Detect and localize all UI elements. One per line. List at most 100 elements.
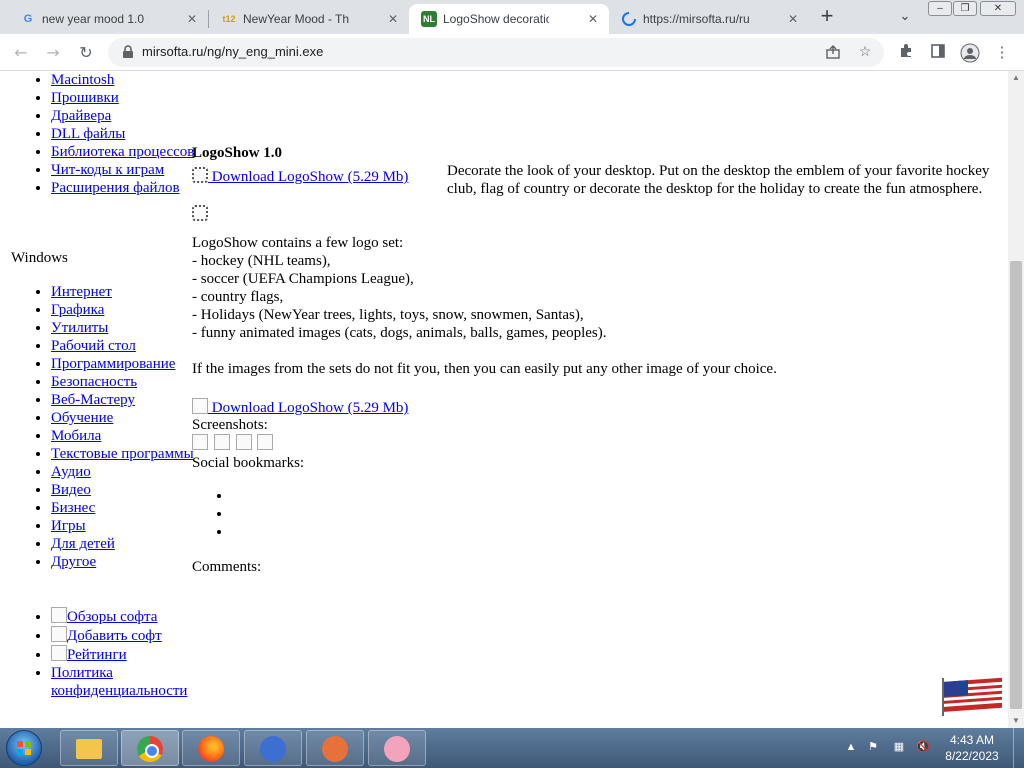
nav-link-desktop[interactable]: Рабочий стол bbox=[51, 338, 136, 354]
network-icon[interactable]: ▦ bbox=[892, 740, 906, 754]
nav-link-games[interactable]: Игры bbox=[51, 518, 86, 534]
broken-image-icon bbox=[192, 205, 208, 221]
share-icon[interactable] bbox=[824, 44, 842, 62]
windows-taskbar: ▲ ⚑ ▦ 🔇 4:43 AM 8/22/2023 bbox=[0, 728, 1024, 768]
nav-link-process-library[interactable]: Библиотека процессов bbox=[51, 144, 194, 160]
show-desktop-button[interactable] bbox=[1013, 728, 1024, 768]
nav-link-webmaster[interactable]: Веб-Мастеру bbox=[51, 392, 135, 408]
url-text[interactable]: mirsofta.ru/ng/ny_eng_mini.exe bbox=[142, 44, 323, 59]
scroll-down-arrow-icon[interactable]: ▼ bbox=[1008, 714, 1024, 728]
list-item: Macintosh bbox=[51, 71, 201, 89]
taskbar-explorer[interactable] bbox=[60, 730, 118, 766]
list-item: Драйвера bbox=[51, 107, 201, 125]
screenshot-thumb[interactable] bbox=[257, 434, 274, 450]
list-item: Аудио bbox=[51, 463, 201, 481]
nav-link-business[interactable]: Бизнес bbox=[51, 500, 95, 516]
nav-link-programming[interactable]: Программирование bbox=[51, 356, 175, 372]
nav-link-mobile[interactable]: Мобила bbox=[51, 428, 101, 444]
site-icon: t12 bbox=[222, 14, 236, 24]
tab-newyear-mood[interactable]: t12 NewYear Mood - Thank y ✕ bbox=[209, 4, 409, 34]
tab-logoshow[interactable]: NL LogoShow decoration for ✕ bbox=[409, 4, 609, 34]
social-bookmarks-list bbox=[192, 487, 232, 541]
taskbar-app-fish[interactable] bbox=[306, 730, 364, 766]
list-item: Обзоры софта bbox=[51, 607, 201, 626]
taskbar-chrome[interactable] bbox=[121, 730, 179, 766]
back-button[interactable]: ← bbox=[10, 42, 32, 64]
extensions-icon[interactable] bbox=[896, 43, 916, 63]
page-scrollbar[interactable]: ▲ ▼ bbox=[1008, 71, 1024, 728]
chevron-down-icon[interactable]: ⌄ bbox=[896, 8, 914, 26]
forward-button[interactable]: → bbox=[42, 42, 64, 64]
link-label: Рейтинги bbox=[67, 647, 127, 663]
nav-link-text-programs[interactable]: Текстовые программы bbox=[51, 446, 194, 462]
set-item: - Holidays (NewYear trees, lights, toys,… bbox=[192, 307, 584, 323]
screenshot-thumb[interactable] bbox=[213, 434, 230, 450]
nav-link-drivers[interactable]: Драйвера bbox=[51, 108, 111, 124]
maximize-button[interactable]: ❐ bbox=[953, 1, 977, 16]
volume-muted-icon[interactable]: 🔇 bbox=[916, 740, 930, 754]
nav-link-utilities[interactable]: Утилиты bbox=[51, 320, 108, 336]
close-icon[interactable]: ✕ bbox=[184, 11, 200, 27]
star-icon[interactable]: ☆ bbox=[856, 44, 874, 62]
nav-link-education[interactable]: Обучение bbox=[51, 410, 113, 426]
left-nav-bottom-list: Обзоры софта Добавить софт Рейтинги Поли… bbox=[11, 607, 201, 700]
system-clock[interactable]: 4:43 AM 8/22/2023 bbox=[940, 732, 1004, 764]
start-button[interactable] bbox=[6, 730, 42, 766]
nav-link-macintosh[interactable]: Macintosh bbox=[51, 72, 114, 88]
show-hidden-icons-icon[interactable]: ▲ bbox=[844, 740, 858, 754]
set-item: - country flags, bbox=[192, 289, 284, 305]
download-logoshow-link[interactable]: Download LogoShow (5.29 Mb) bbox=[192, 167, 408, 185]
new-tab-button[interactable]: + bbox=[816, 5, 838, 28]
tab-mirsofta[interactable]: https://mirsofta.ru/rub.ph ✕ bbox=[609, 4, 809, 34]
nav-link-kids[interactable]: Для детей bbox=[51, 536, 115, 552]
download-logoshow-link-2[interactable]: Download LogoShow (5.29 Mb) bbox=[192, 398, 409, 416]
taskbar-firefox[interactable] bbox=[182, 730, 240, 766]
reload-button[interactable]: ↻ bbox=[75, 42, 97, 64]
social-label: Social bookmarks: bbox=[192, 455, 305, 471]
nav-link-privacy-policy[interactable]: Политика конфиденциальности bbox=[51, 665, 187, 699]
list-item: Рейтинги bbox=[51, 645, 201, 664]
screenshot-thumb[interactable] bbox=[192, 434, 208, 450]
download-link-top: Download LogoShow (5.29 Mb) bbox=[192, 167, 408, 186]
nav-link-security[interactable]: Безопасность bbox=[51, 374, 137, 390]
nav-link-file-extensions[interactable]: Расширения файлов bbox=[51, 180, 180, 196]
nav-link-firmware[interactable]: Прошивки bbox=[51, 90, 119, 106]
broken-image-icon bbox=[51, 607, 67, 623]
list-item: Веб-Мастеру bbox=[51, 391, 201, 409]
scroll-thumb[interactable] bbox=[1010, 261, 1022, 709]
lock-icon[interactable] bbox=[120, 45, 136, 61]
nav-link-other[interactable]: Другое bbox=[51, 554, 96, 570]
taskbar-app-stitch[interactable] bbox=[244, 730, 302, 766]
menu-kebab-icon[interactable]: ⋮ bbox=[992, 43, 1012, 63]
nav-link-video[interactable]: Видео bbox=[51, 482, 91, 498]
nav-link-ratings[interactable]: Рейтинги bbox=[51, 645, 127, 663]
us-flag-icon bbox=[942, 676, 1002, 716]
close-window-button[interactable]: ✕ bbox=[980, 1, 1016, 16]
close-icon[interactable]: ✕ bbox=[585, 11, 601, 27]
screenshot-thumb[interactable] bbox=[235, 434, 252, 450]
stitch-icon bbox=[260, 736, 286, 762]
nav-link-add-software[interactable]: Добавить софт bbox=[51, 626, 162, 644]
link-label: Download LogoShow (5.29 Mb) bbox=[211, 400, 409, 416]
close-icon[interactable]: ✕ bbox=[785, 11, 801, 27]
nav-link-cheat-codes[interactable]: Чит-коды к играм bbox=[51, 162, 164, 178]
scroll-up-arrow-icon[interactable]: ▲ bbox=[1008, 71, 1024, 85]
nav-link-internet[interactable]: Интернет bbox=[51, 284, 112, 300]
screenshots-label: Screenshots: bbox=[192, 417, 268, 433]
profile-avatar-icon[interactable] bbox=[960, 43, 980, 63]
custom-image-text: If the images from the sets do not fit y… bbox=[192, 361, 777, 377]
address-bar[interactable]: mirsofta.ru/ng/ny_eng_mini.exe ☆ bbox=[108, 38, 884, 67]
minimize-button[interactable]: – bbox=[928, 1, 952, 16]
action-center-icon[interactable]: ⚑ bbox=[866, 740, 880, 754]
nav-link-graphics[interactable]: Графика bbox=[51, 302, 104, 318]
taskbar-app-piglet[interactable] bbox=[368, 730, 426, 766]
side-panel-icon[interactable] bbox=[928, 43, 948, 63]
nav-link-audio[interactable]: Аудио bbox=[51, 464, 91, 480]
set-item: - hockey (NHL teams), bbox=[192, 253, 331, 269]
download-link-bottom: Download LogoShow (5.29 Mb) bbox=[192, 398, 408, 417]
nav-link-reviews[interactable]: Обзоры софта bbox=[51, 607, 157, 625]
tab-google-search[interactable]: G new year mood 1.0 - Goo ✕ bbox=[8, 4, 208, 34]
close-icon[interactable]: ✕ bbox=[385, 11, 401, 27]
browser-toolbar: ← → ↻ mirsofta.ru/ng/ny_eng_mini.exe ☆ ⋮ bbox=[0, 34, 1024, 71]
nav-link-dll[interactable]: DLL файлы bbox=[51, 126, 125, 142]
